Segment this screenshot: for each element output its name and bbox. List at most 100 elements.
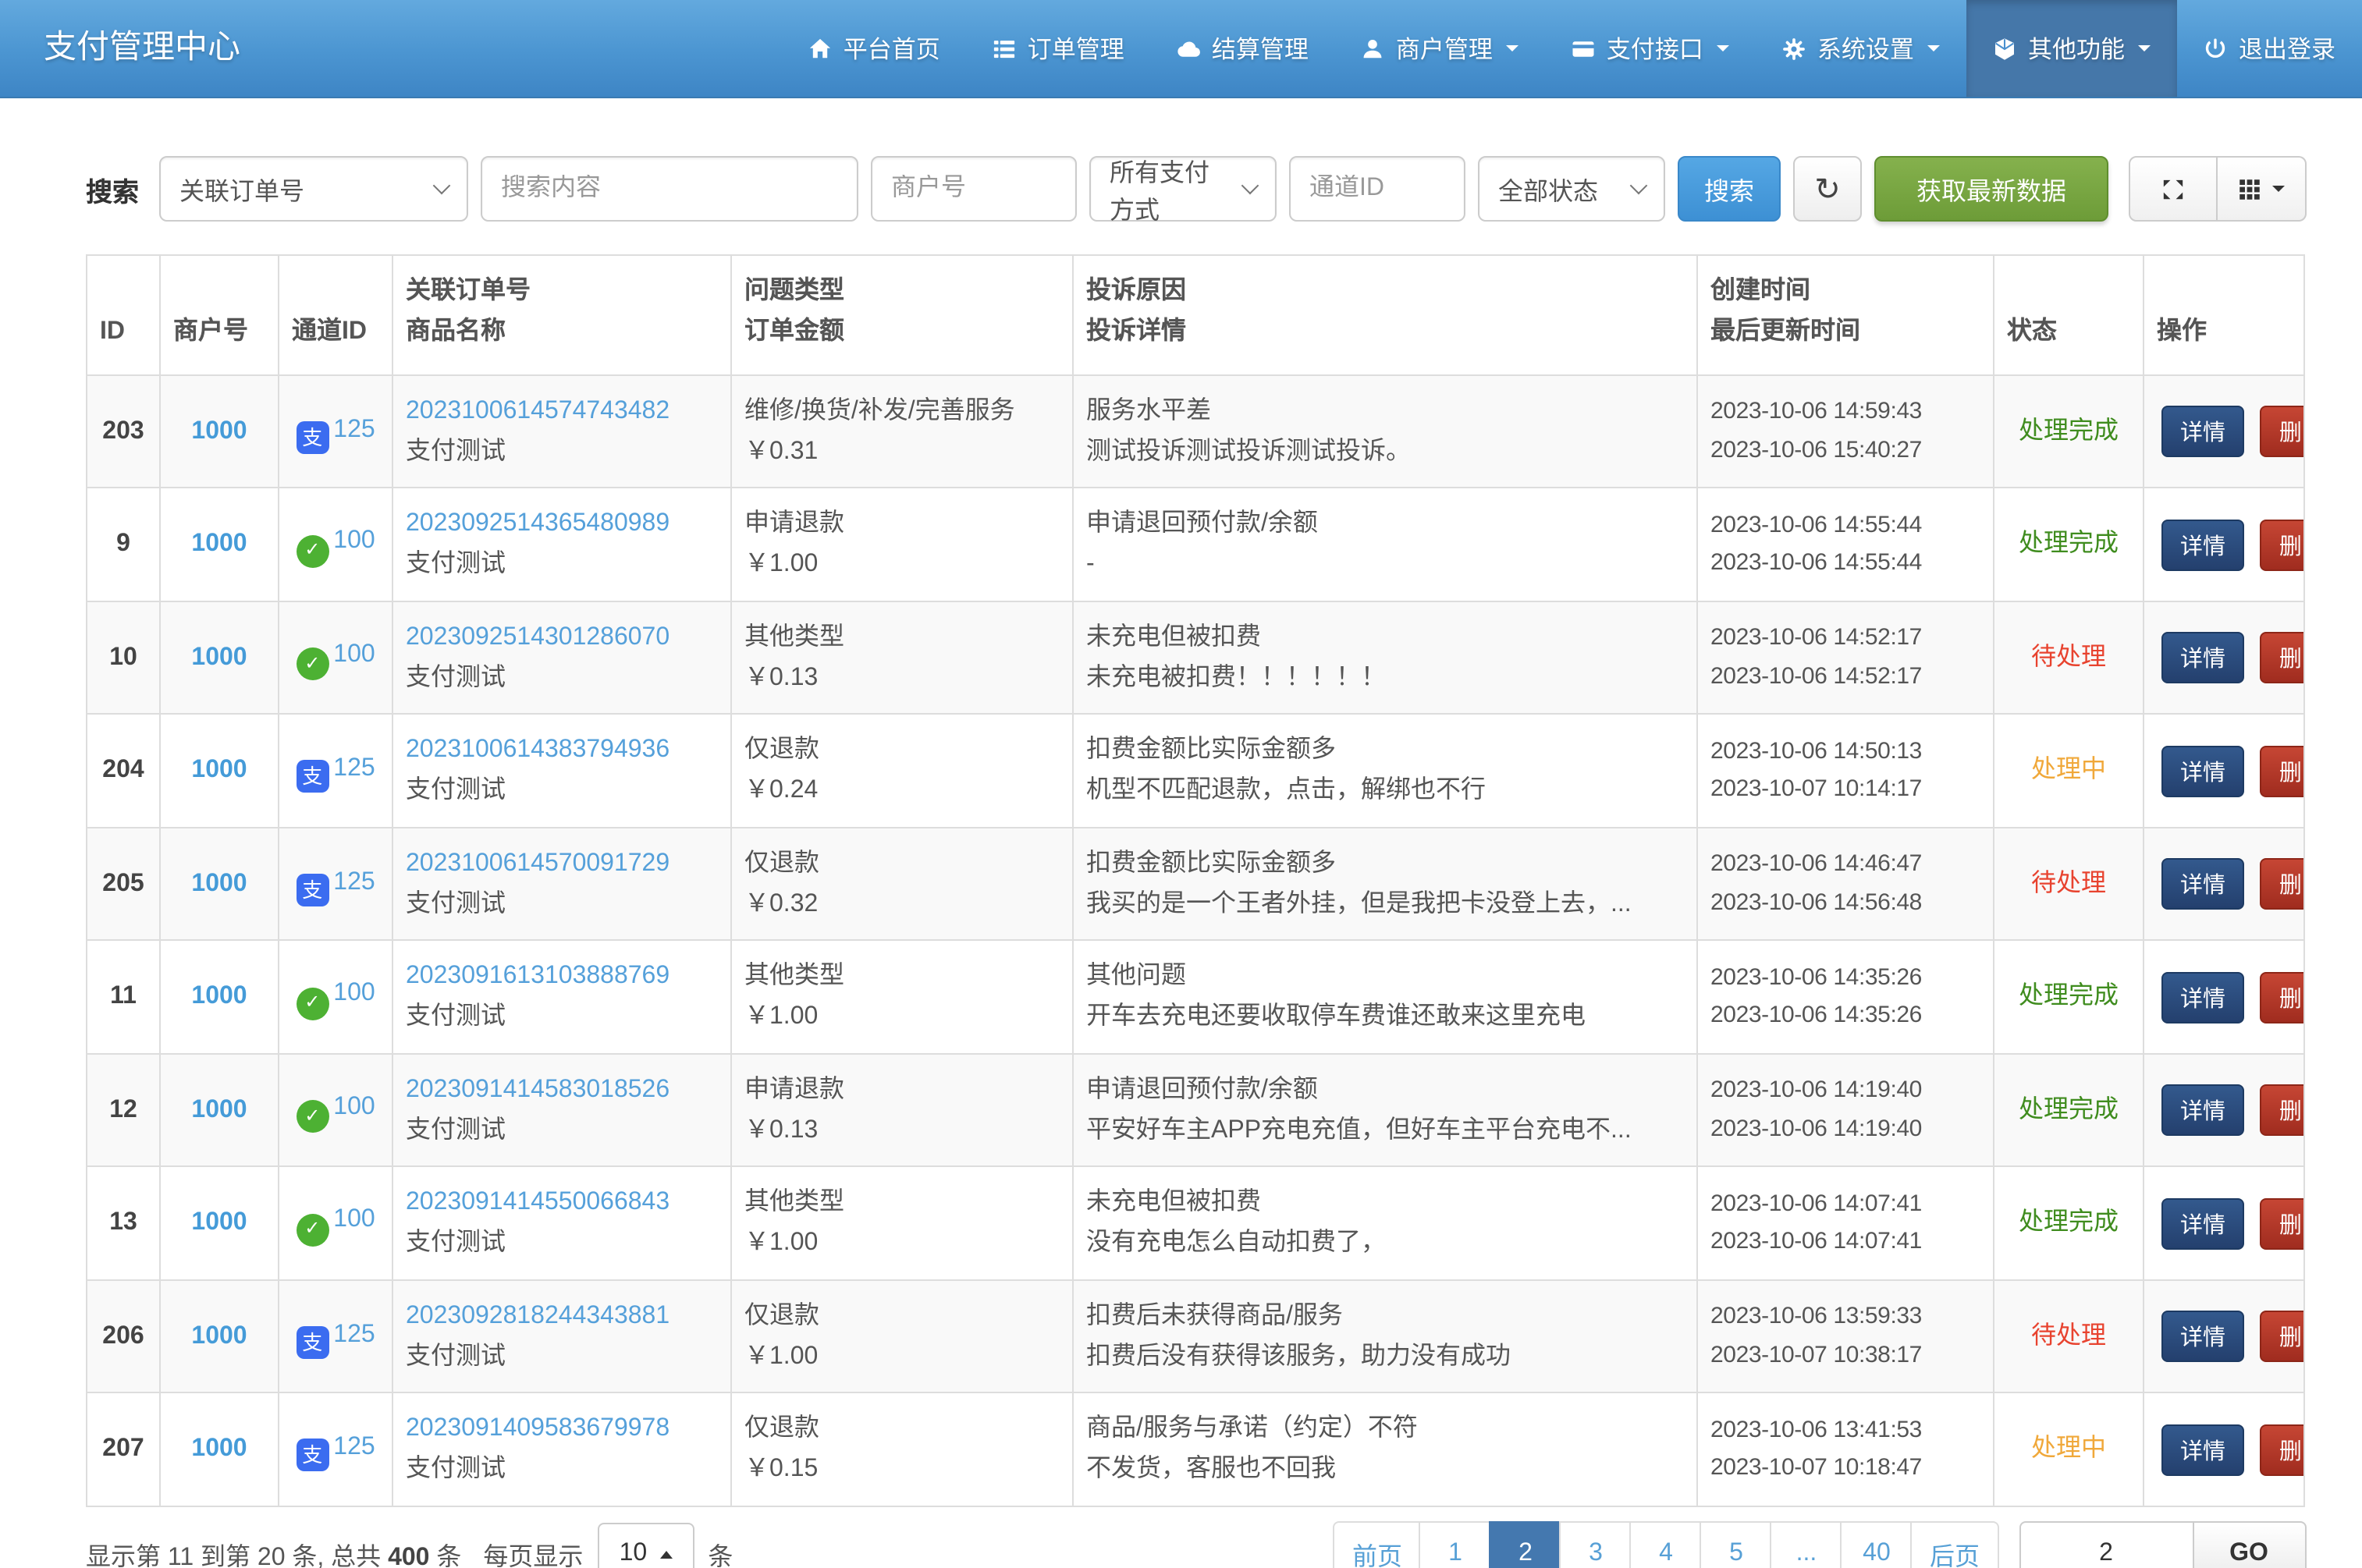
nav-item-power[interactable]: 退出登录 [2178,0,2362,97]
channel-link[interactable]: 支125 [296,1321,375,1347]
created-time: 2023-10-06 14:07:41 [1710,1185,1980,1223]
paytype-select[interactable]: 所有支付方式 [1089,156,1277,222]
channel-link[interactable]: ✓100 [296,1207,375,1233]
search-field-select[interactable]: 关联订单号 [159,156,468,222]
detail-button[interactable]: 详情 [2161,1424,2244,1475]
order-amount: ￥1.00 [744,1223,1060,1264]
order-link[interactable]: 2023091414550066843 [406,1189,670,1215]
alipay-icon: 支 [296,420,329,453]
jump-page-input[interactable] [2019,1521,2193,1568]
channel-link[interactable]: 支125 [296,1434,375,1460]
nav-item-list[interactable]: 订单管理 [967,0,1151,97]
payment-admin-page: 支付管理中心 平台首页 订单管理 结算管理 商户管理 支付接口 系统设置 其他功… [0,0,2362,1568]
row-id: 11 [110,983,137,1009]
delete-button[interactable]: 删除 [2261,858,2304,910]
delete-button[interactable]: 删除 [2261,745,2304,796]
channel-link[interactable]: ✓100 [296,981,375,1007]
channel-link[interactable]: 支125 [296,416,375,442]
order-link[interactable]: 2023100614383794936 [406,736,670,763]
detail-button[interactable]: 详情 [2161,745,2244,796]
fullscreen-button[interactable] [2128,156,2217,222]
delete-button[interactable]: 删除 [2261,1197,2304,1249]
page-prev[interactable]: 前页 [1334,1521,1421,1568]
merchant-link[interactable]: 1000 [191,1209,247,1236]
delete-button[interactable]: 删除 [2261,971,2304,1023]
detail-button[interactable]: 详情 [2161,632,2244,683]
status-text: 处理完成 [2019,983,2119,1009]
table-row: 205 1000 支125 2023100614570091729支付测试 仅退… [87,828,2304,941]
merchant-link[interactable]: 1000 [191,1322,247,1349]
detail-button[interactable]: 详情 [2161,858,2244,910]
merchant-link[interactable]: 1000 [191,870,247,896]
order-link[interactable]: 2023100614574743482 [406,397,670,424]
merchant-link[interactable]: 1000 [191,757,247,783]
list-icon [993,37,1017,60]
column-header: 关联订单号商品名称 [392,255,731,375]
channel-input[interactable] [1309,175,1445,203]
order-link[interactable]: 2023092818244343881 [406,1302,670,1329]
search-content-input[interactable] [501,175,838,203]
delete-button[interactable]: 删除 [2261,632,2304,683]
table-tools [2128,156,2306,222]
order-link[interactable]: 2023092514365480989 [406,510,670,537]
page-ellipsis[interactable]: ... [1771,1521,1842,1568]
page-number[interactable]: 4 [1630,1521,1702,1568]
channel-link[interactable]: 支125 [296,868,375,895]
delete-button[interactable]: 删除 [2261,1084,2304,1136]
order-link[interactable]: 2023100614570091729 [406,850,670,876]
search-toolbar: 搜索 关联订单号 所有支付方式 全部状态 搜索 ↻ 获取最新数据 [86,156,2306,222]
delete-button[interactable]: 删除 [2261,1311,2304,1362]
detail-button[interactable]: 详情 [2161,1311,2244,1362]
merchant-link[interactable]: 1000 [191,530,247,557]
product-name: 支付测试 [406,545,718,585]
refresh-button[interactable]: ↻ [1793,156,1862,222]
nav-item-user[interactable]: 商户管理 [1335,0,1546,97]
caret-down-icon [1507,45,1519,51]
product-name: 支付测试 [406,771,718,811]
updated-time: 2023-10-07 10:14:17 [1710,771,1980,809]
channel-link[interactable]: ✓100 [296,528,375,555]
merchant-link[interactable]: 1000 [191,1435,247,1462]
page-number[interactable]: 1 [1419,1521,1491,1568]
order-link[interactable]: 2023091414583018526 [406,1076,670,1102]
order-link[interactable]: 2023092514301286070 [406,623,670,650]
complaint-reason: 未充电但被扣费 [1086,1183,1684,1223]
merchant-link[interactable]: 1000 [191,983,247,1009]
delete-button[interactable]: 删除 [2261,519,2304,570]
nav-item-home[interactable]: 平台首页 [783,0,967,97]
merchant-link[interactable]: 1000 [191,1096,247,1123]
channel-link[interactable]: ✓100 [296,641,375,668]
nav-item-cube[interactable]: 其他功能 [1967,0,2178,97]
page-number[interactable]: 5 [1700,1521,1772,1568]
page-size-select[interactable]: 10 [597,1524,694,1568]
delete-button[interactable]: 删除 [2261,1424,2304,1475]
page-next[interactable]: 后页 [1911,1521,1998,1568]
delete-button[interactable]: 删除 [2261,406,2304,457]
app-title[interactable]: 支付管理中心 [0,0,287,97]
columns-button[interactable] [2217,156,2306,222]
nav-item-cloud[interactable]: 结算管理 [1151,0,1335,97]
merchant-link[interactable]: 1000 [191,644,247,670]
detail-button[interactable]: 详情 [2161,971,2244,1023]
detail-button[interactable]: 详情 [2161,406,2244,457]
row-id: 13 [109,1209,137,1236]
channel-link[interactable]: 支125 [296,755,375,782]
detail-button[interactable]: 详情 [2161,1197,2244,1249]
merchant-input[interactable] [891,175,1057,203]
page-number[interactable]: 2 [1490,1521,1561,1568]
nav-item-card[interactable]: 支付接口 [1546,0,1756,97]
go-button[interactable]: GO [2193,1521,2306,1568]
page-number[interactable]: 40 [1841,1521,1913,1568]
channel-link[interactable]: ✓100 [296,1094,375,1120]
merchant-link[interactable]: 1000 [191,417,247,444]
detail-button[interactable]: 详情 [2161,1084,2244,1136]
status-select[interactable]: 全部状态 [1478,156,1665,222]
detail-button[interactable]: 详情 [2161,519,2244,570]
page-number[interactable]: 3 [1560,1521,1632,1568]
order-link[interactable]: 2023091409583679978 [406,1415,670,1442]
fetch-latest-button[interactable]: 获取最新数据 [1874,156,2108,222]
complaint-detail: 不发货，客服也不回我 [1086,1449,1684,1490]
nav-item-gear[interactable]: 系统设置 [1756,0,1967,97]
order-link[interactable]: 2023091613103888769 [406,963,670,989]
search-button[interactable]: 搜索 [1678,156,1781,222]
